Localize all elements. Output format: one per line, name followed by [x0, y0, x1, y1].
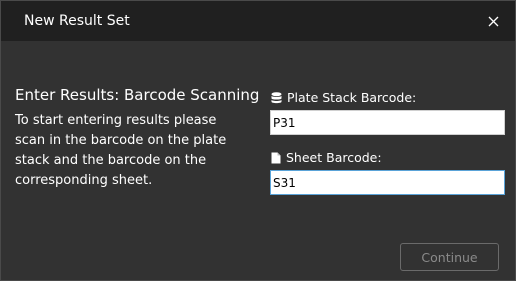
sheet-barcode-label: Sheet Barcode:	[271, 150, 382, 165]
window-title: New Result Set	[24, 13, 130, 29]
plate-stack-barcode-label-text: Plate Stack Barcode:	[287, 90, 417, 105]
instructions-text: To start entering results please scan in…	[15, 113, 227, 188]
section-heading: Enter Results: Barcode Scanning	[15, 86, 260, 104]
new-result-set-dialog: New Result Set Enter Results: Barcode Sc…	[0, 0, 516, 281]
continue-button[interactable]: Continue	[400, 243, 499, 271]
sheet-barcode-label-text: Sheet Barcode:	[286, 150, 382, 165]
close-icon	[488, 16, 498, 26]
title-bar: New Result Set	[1, 1, 515, 41]
document-icon	[271, 152, 281, 163]
database-icon	[271, 91, 282, 103]
plate-stack-barcode-label: Plate Stack Barcode:	[271, 90, 416, 105]
close-button[interactable]	[481, 9, 505, 33]
sheet-barcode-input[interactable]	[270, 170, 505, 195]
plate-stack-barcode-input[interactable]	[270, 110, 505, 135]
